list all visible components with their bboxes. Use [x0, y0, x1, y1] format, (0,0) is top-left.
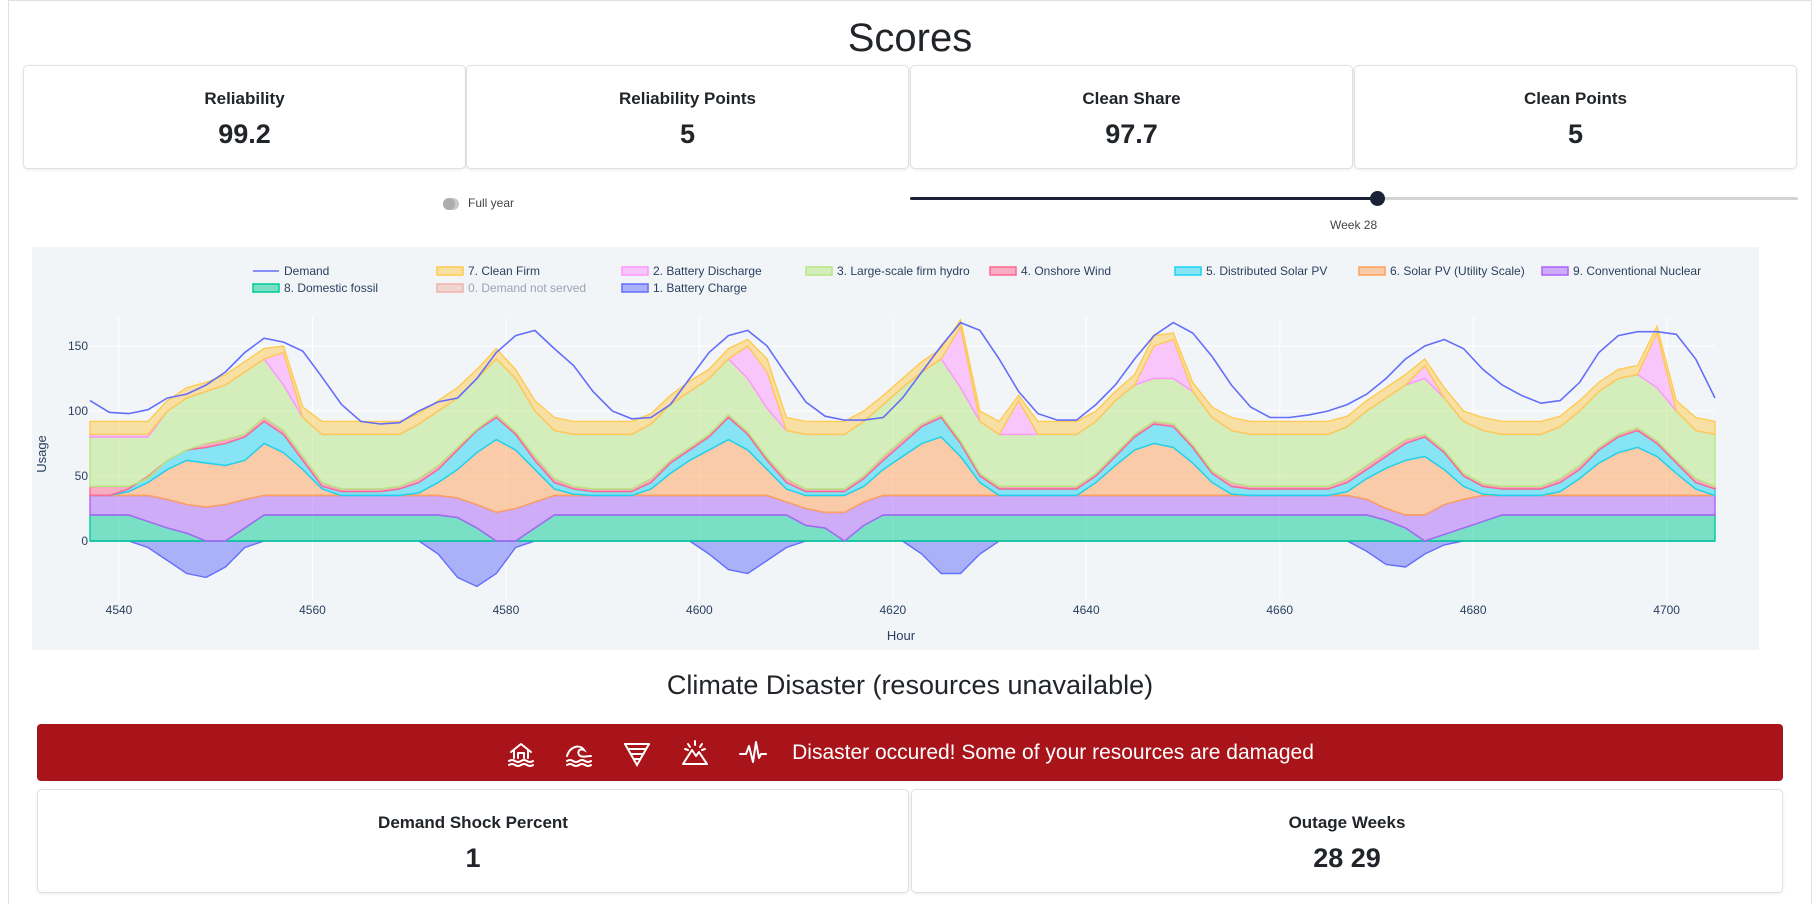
- wildfire-icon: [680, 738, 710, 768]
- y-axis-title: Usage: [34, 435, 49, 473]
- y-tick-label: 100: [68, 404, 88, 418]
- y-tick-label: 0: [81, 534, 88, 548]
- legend-swatch: [1358, 266, 1386, 276]
- legend-label: 0. Demand not served: [468, 281, 586, 295]
- legend-swatch: [436, 283, 464, 293]
- legend-swatch: [989, 266, 1017, 276]
- card-label: Outage Weeks: [1288, 813, 1406, 832]
- x-tick-label: 4660: [1266, 603, 1293, 617]
- legend-label: 1. Battery Charge: [653, 281, 747, 295]
- x-tick-label: 4640: [1073, 603, 1100, 617]
- climate-title: Climate Disaster (resources unavailable): [666, 670, 1154, 700]
- x-tick-label: 4600: [686, 603, 713, 617]
- card-value: 1: [465, 843, 481, 873]
- wave-icon: [564, 738, 594, 768]
- x-tick-label: 4580: [493, 603, 520, 617]
- x-tick-label: 4540: [106, 603, 133, 617]
- x-tick-label: 4560: [299, 603, 326, 617]
- x-axis-title: Hour: [887, 628, 916, 643]
- x-tick-label: 4620: [879, 603, 906, 617]
- legend-swatch: [252, 283, 280, 293]
- y-tick-label: 150: [68, 339, 88, 353]
- disaster-alert: Disaster occured! Some of your resources…: [37, 724, 1783, 781]
- legend-label: 4. Onshore Wind: [1021, 264, 1111, 278]
- legend-label: 3. Large-scale firm hydro: [837, 264, 970, 278]
- card-value: 28 29: [1313, 843, 1381, 873]
- flood-house-icon: [506, 738, 536, 768]
- tornado-icon: [622, 738, 652, 768]
- battery-charge-area: [90, 540, 1715, 588]
- x-tick-label: 4700: [1653, 603, 1680, 617]
- legend-swatch: [805, 266, 833, 276]
- outage-weeks-card: Outage Weeks 28 29: [911, 789, 1783, 893]
- x-tick-label: 4680: [1460, 603, 1487, 617]
- legend-label: Demand: [284, 264, 329, 278]
- demand-shock-card: Demand Shock Percent 1: [37, 789, 909, 893]
- legend-swatch: [1541, 266, 1569, 276]
- card-label: Demand Shock Percent: [378, 813, 568, 832]
- legend-swatch: [436, 266, 464, 276]
- legend-label: 2. Battery Discharge: [653, 264, 762, 278]
- legend-label: 9. Conventional Nuclear: [1573, 264, 1701, 278]
- disaster-message: Disaster occured! Some of your resources…: [792, 740, 1314, 764]
- legend-label: 5. Distributed Solar PV: [1206, 264, 1327, 278]
- legend-label: 6. Solar PV (Utility Scale): [1390, 264, 1525, 278]
- legend-label: 7. Clean Firm: [468, 264, 540, 278]
- legend-swatch: [621, 266, 649, 276]
- y-tick-label: 50: [75, 469, 89, 483]
- earthquake-icon: [738, 738, 768, 768]
- legend-swatch: [621, 283, 649, 293]
- legend-swatch: [1174, 266, 1202, 276]
- legend-label: 8. Domestic fossil: [284, 281, 378, 295]
